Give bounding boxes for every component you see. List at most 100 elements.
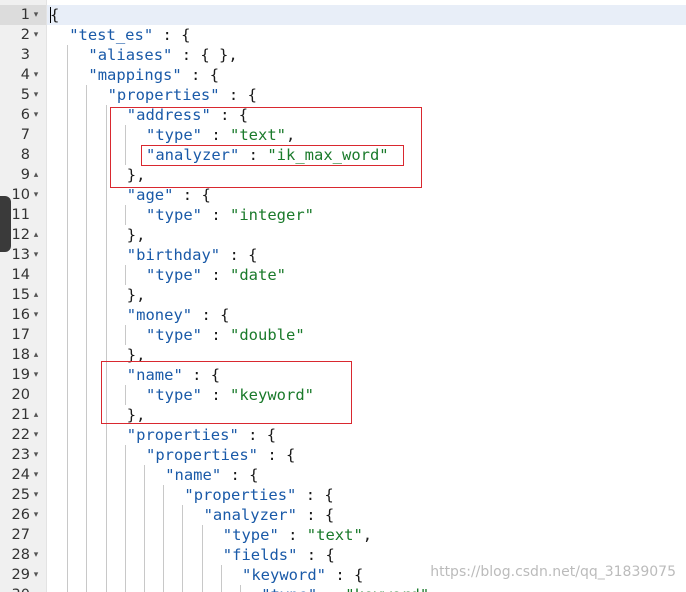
fold-end-icon[interactable]: ▴: [31, 165, 41, 185]
json-key: "keyword": [242, 566, 326, 584]
line-number: 29: [11, 567, 30, 583]
fold-collapse-icon[interactable]: ▾: [31, 305, 41, 325]
code-text: "properties" : {: [146, 445, 295, 465]
code-line[interactable]: 30 "type" : "keyword": [0, 585, 686, 592]
line-number: 16: [11, 307, 30, 323]
code-line[interactable]: 10 ▾ "age" : {: [0, 185, 686, 205]
json-punctuation: : {: [153, 26, 191, 44]
fold-collapse-icon[interactable]: ▾: [31, 365, 41, 385]
code-text: "aliases" : { },: [88, 45, 237, 65]
highlight-box-name: [101, 361, 352, 424]
json-punctuation: : {: [296, 486, 334, 504]
code-line[interactable]: 24 ▾ "name" : {: [0, 465, 686, 485]
code-line[interactable]: 17 "type" : "double": [0, 325, 686, 345]
line-number: 20: [11, 387, 30, 403]
code-line[interactable]: 22 ▾ "properties" : {: [0, 425, 686, 445]
fold-collapse-icon[interactable]: ▾: [31, 425, 41, 445]
json-punctuation: : {: [173, 186, 211, 204]
code-text: {: [50, 5, 59, 25]
json-punctuation: :: [202, 266, 230, 284]
json-punctuation: : {: [297, 546, 335, 564]
code-line[interactable]: 13 ▾ "birthday" : {: [0, 245, 686, 265]
json-editor[interactable]: 1 ▾{2 ▾ "test_es" : {3 "aliases" : { }, 4 ▾ "ma…: [0, 0, 686, 592]
json-punctuation: :: [202, 206, 230, 224]
side-panel-handle[interactable]: [0, 196, 11, 252]
code-line[interactable]: 23 ▾ "properties" : {: [0, 445, 686, 465]
fold-collapse-icon[interactable]: ▾: [31, 65, 41, 85]
code-line[interactable]: 25 ▾ "properties" : {: [0, 485, 686, 505]
code-text: "analyzer" : {: [204, 505, 335, 525]
json-string: "double": [230, 326, 305, 344]
json-key: "aliases": [88, 46, 173, 64]
fold-collapse-icon[interactable]: ▾: [31, 85, 41, 105]
json-key: "fields": [222, 546, 298, 564]
line-number: 26: [11, 507, 30, 523]
line-number: 5: [20, 87, 30, 103]
code-line[interactable]: 15 ▴},: [0, 285, 686, 305]
json-punctuation: : {: [326, 566, 364, 584]
fold-collapse-icon[interactable]: ▾: [31, 485, 41, 505]
code-line[interactable]: 14 "type" : "date": [0, 265, 686, 285]
code-text: },: [127, 225, 146, 245]
json-punctuation: ,: [362, 526, 373, 544]
line-number: 3: [20, 47, 30, 63]
fold-collapse-icon[interactable]: ▾: [31, 5, 41, 25]
json-string: "date": [230, 266, 286, 284]
code-line[interactable]: 5 ▾ "properties" : {: [0, 85, 686, 105]
code-text: },: [127, 285, 146, 305]
code-text: "age" : {: [127, 185, 211, 205]
line-number: 1: [20, 7, 30, 23]
json-string: "integer": [230, 206, 314, 224]
fold-collapse-icon[interactable]: ▾: [31, 245, 41, 265]
json-punctuation: : {: [181, 66, 220, 84]
json-punctuation: :: [202, 326, 230, 344]
code-line[interactable]: 27 "type" : "text",: [0, 525, 686, 545]
json-punctuation: : {: [296, 506, 335, 524]
line-number: 14: [11, 267, 30, 283]
json-key: "type": [146, 266, 202, 284]
fold-collapse-icon[interactable]: ▾: [31, 445, 41, 465]
line-number: 18: [11, 347, 30, 363]
code-text: "fields" : {: [223, 545, 335, 565]
fold-end-icon[interactable]: ▴: [31, 285, 41, 305]
code-line[interactable]: 4 ▾ "mappings" : {: [0, 65, 686, 85]
code-line[interactable]: 11 "type" : "integer": [0, 205, 686, 225]
fold-collapse-icon[interactable]: ▾: [31, 565, 41, 585]
text-cursor: [50, 7, 51, 23]
json-key: "test_es": [69, 26, 154, 44]
code-line[interactable]: 12 ▴},: [0, 225, 686, 245]
code-text: "properties" : {: [127, 425, 276, 445]
fold-end-icon[interactable]: ▴: [31, 405, 41, 425]
fold-collapse-icon[interactable]: ▾: [31, 505, 41, 525]
json-punctuation: : {: [257, 446, 296, 464]
code-text: "name" : {: [165, 465, 258, 485]
json-punctuation: },: [126, 286, 146, 304]
json-key: "properties": [126, 426, 239, 444]
fold-end-icon[interactable]: ▴: [31, 225, 41, 245]
line-number: 24: [11, 467, 30, 483]
code-text: "type" : "date": [146, 265, 286, 285]
code-line[interactable]: 3 "aliases" : { },: [0, 45, 686, 65]
code-text: "type" : "text",: [223, 525, 372, 545]
line-number: 9: [20, 167, 30, 183]
json-string: "keyword": [345, 586, 429, 592]
code-line[interactable]: 16 ▾ "money" : {: [0, 305, 686, 325]
json-key: "type": [146, 326, 202, 344]
fold-collapse-icon[interactable]: ▾: [31, 465, 41, 485]
fold-collapse-icon[interactable]: ▾: [31, 185, 41, 205]
fold-collapse-icon[interactable]: ▾: [31, 25, 41, 45]
line-number: 4: [20, 67, 30, 83]
code-line[interactable]: 28 ▾ "fields" : {: [0, 545, 686, 565]
json-key: "analyzer": [203, 506, 297, 524]
fold-end-icon[interactable]: ▴: [31, 345, 41, 365]
code-line[interactable]: 26 ▾ "analyzer" : {: [0, 505, 686, 525]
line-number: 28: [11, 547, 30, 563]
code-line[interactable]: 1 ▾ {: [0, 5, 686, 25]
json-punctuation: : {: [221, 466, 259, 484]
line-number: 30: [0, 585, 30, 592]
fold-collapse-icon[interactable]: ▾: [31, 105, 41, 125]
line-number: 21: [11, 407, 30, 423]
fold-collapse-icon[interactable]: ▾: [31, 545, 41, 565]
code-line[interactable]: 2 ▾ "test_es" : {: [0, 25, 686, 45]
json-punctuation: :: [278, 526, 307, 544]
